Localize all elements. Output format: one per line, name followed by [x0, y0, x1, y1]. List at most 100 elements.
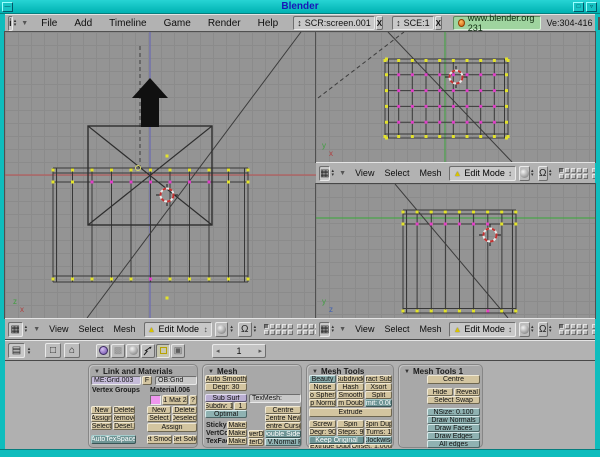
- menu-select[interactable]: Select: [379, 168, 414, 178]
- layer-cell[interactable]: [559, 330, 564, 335]
- layer-cell[interactable]: [571, 168, 576, 173]
- flip-normals-button[interactable]: Flip Normals: [309, 399, 336, 407]
- material-help-button[interactable]: ?: [189, 395, 197, 405]
- subsurf-toggle[interactable]: Sub Surf: [205, 394, 247, 402]
- window-type-spinner[interactable]: ▴▾: [23, 322, 30, 337]
- pivot-spinner[interactable]: ▴▾: [252, 322, 259, 337]
- viewport-front[interactable]: z x: [5, 32, 316, 318]
- frame-next-icon[interactable]: ▸: [258, 347, 262, 355]
- hide-button[interactable]: Hide: [427, 388, 453, 396]
- draw-type-spinner[interactable]: ▴▾: [228, 322, 235, 337]
- collapse-arrow-icon[interactable]: ▼: [335, 170, 350, 177]
- draw-type-spinner[interactable]: ▴▾: [530, 322, 535, 337]
- clockwise-toggle[interactable]: Clockwise: [365, 436, 392, 444]
- layer-cell[interactable]: [592, 168, 595, 173]
- layer-cell[interactable]: [583, 168, 588, 173]
- window-titlebar[interactable]: — Blender □ ▿: [0, 0, 600, 14]
- vgroup-select-button[interactable]: Select: [91, 422, 112, 430]
- centre-button[interactable]: Centre: [427, 375, 480, 384]
- menu-help[interactable]: Help: [250, 18, 287, 29]
- layer-cell[interactable]: [270, 330, 275, 335]
- menu-view[interactable]: View: [350, 168, 379, 178]
- layer-cell[interactable]: [288, 330, 293, 335]
- menu-view[interactable]: View: [44, 324, 73, 334]
- layer-cell[interactable]: [282, 324, 287, 329]
- steps-stepper[interactable]: Steps: 9: [337, 428, 364, 436]
- material-assign-button[interactable]: Assign: [147, 423, 197, 432]
- select-swap-button[interactable]: Select Swap: [427, 396, 480, 404]
- material-delete-button[interactable]: Delete: [172, 406, 197, 414]
- layer-cell[interactable]: [559, 168, 564, 173]
- layer-cell[interactable]: [583, 174, 588, 179]
- viewport-side[interactable]: y z: [316, 184, 595, 318]
- layer-cell[interactable]: [571, 324, 576, 329]
- offset-stepper[interactable]: Offset: 1.000: [351, 444, 392, 448]
- layer-cell[interactable]: [559, 174, 564, 179]
- menu-game[interactable]: Game: [156, 18, 199, 29]
- screw-button[interactable]: Screw: [309, 420, 336, 428]
- layer-cell[interactable]: [577, 168, 582, 173]
- layer-cell[interactable]: [577, 174, 582, 179]
- window-type-button-info[interactable]: i: [8, 16, 13, 31]
- fullscreen-button[interactable]: □: [45, 343, 61, 358]
- vgroup-new-button[interactable]: New: [91, 406, 112, 414]
- turns-stepper[interactable]: Turns: 1: [365, 428, 392, 436]
- layer-cell[interactable]: [565, 330, 570, 335]
- set-smooth-button[interactable]: Set Smooth: [147, 435, 172, 444]
- vertcol-make-button[interactable]: Make: [227, 429, 247, 437]
- menu-render[interactable]: Render: [200, 18, 249, 29]
- draw-faces-toggle[interactable]: Draw Faces: [427, 424, 480, 432]
- layer-cell[interactable]: [288, 324, 293, 329]
- mode-dropdown[interactable]: ▲ Edit Mode ↕: [449, 322, 515, 337]
- vgroup-deselect-button[interactable]: Desel.: [113, 422, 135, 430]
- optimal-toggle[interactable]: Optimal: [205, 410, 247, 418]
- collapse-arrow-icon[interactable]: ▼: [17, 20, 32, 27]
- vgroup-assign-button[interactable]: Assign: [91, 414, 112, 422]
- material-buttons-tab[interactable]: [126, 344, 140, 358]
- stepper-right-icon[interactable]: ▸: [187, 397, 188, 404]
- home-button[interactable]: ⌂: [64, 343, 80, 358]
- screen-selector[interactable]: ↕ SCR:screen.001: [293, 16, 375, 30]
- degr-stepper[interactable]: Degr: 30: [205, 383, 247, 391]
- window-type-spinner[interactable]: ▴▾: [25, 343, 33, 358]
- menu-select[interactable]: Select: [73, 324, 108, 334]
- texface-make-button[interactable]: Make: [227, 437, 247, 445]
- layer-cell[interactable]: [565, 324, 570, 329]
- window-maximize-button[interactable]: □: [573, 2, 584, 12]
- layer-cell[interactable]: [303, 324, 308, 329]
- layer-cell[interactable]: [309, 330, 314, 335]
- autotexspace-toggle[interactable]: AutoTexSpace: [91, 435, 136, 444]
- smooth-button[interactable]: Smooth: [337, 391, 364, 399]
- layer-cell[interactable]: [583, 330, 588, 335]
- window-type-button-buttons[interactable]: ▤: [8, 343, 25, 358]
- menu-mesh[interactable]: Mesh: [414, 324, 446, 334]
- subdivide-button[interactable]: Subdivide: [337, 375, 364, 383]
- mode-dropdown[interactable]: ▲ Edit Mode ↕: [144, 322, 212, 337]
- object-name-field[interactable]: OB:Grid: [155, 376, 197, 385]
- degr90-stepper[interactable]: Degr: 90: [309, 428, 336, 436]
- window-type-spinner[interactable]: ▴▾: [14, 16, 17, 31]
- screen-delete-button[interactable]: X: [376, 16, 383, 30]
- pivot-spinner[interactable]: ▴▾: [548, 322, 553, 337]
- layer-cell[interactable]: [309, 324, 314, 329]
- viewport-top[interactable]: y x: [316, 32, 595, 162]
- centre-cursor-button[interactable]: Centre Cursor: [265, 422, 301, 430]
- pivot-button[interactable]: Ω: [238, 322, 252, 337]
- extrude-button[interactable]: Extrude: [309, 408, 392, 417]
- double-sided-toggle[interactable]: Double Sided: [265, 430, 301, 438]
- menu-select[interactable]: Select: [379, 324, 414, 334]
- material-select-button[interactable]: Select: [147, 414, 171, 422]
- layer-cell[interactable]: [592, 324, 595, 329]
- to-sphere-button[interactable]: To Sphere: [309, 391, 336, 399]
- no-vnormal-flip-toggle[interactable]: No V.Normal Flip: [265, 438, 301, 446]
- window-type-button-3d[interactable]: ▦: [319, 322, 330, 337]
- menu-view[interactable]: View: [350, 324, 379, 334]
- layer-cell[interactable]: [276, 324, 281, 329]
- layer-cell[interactable]: [577, 330, 582, 335]
- limit-stepper[interactable]: Limit: 0.001: [365, 399, 392, 407]
- material-new-button[interactable]: New: [147, 406, 171, 414]
- layer-cell[interactable]: [592, 174, 595, 179]
- vgroup-delete-button[interactable]: Delete: [113, 406, 135, 414]
- draw-type-button[interactable]: [519, 322, 530, 337]
- texmesh-field[interactable]: TexMesh:: [249, 394, 301, 403]
